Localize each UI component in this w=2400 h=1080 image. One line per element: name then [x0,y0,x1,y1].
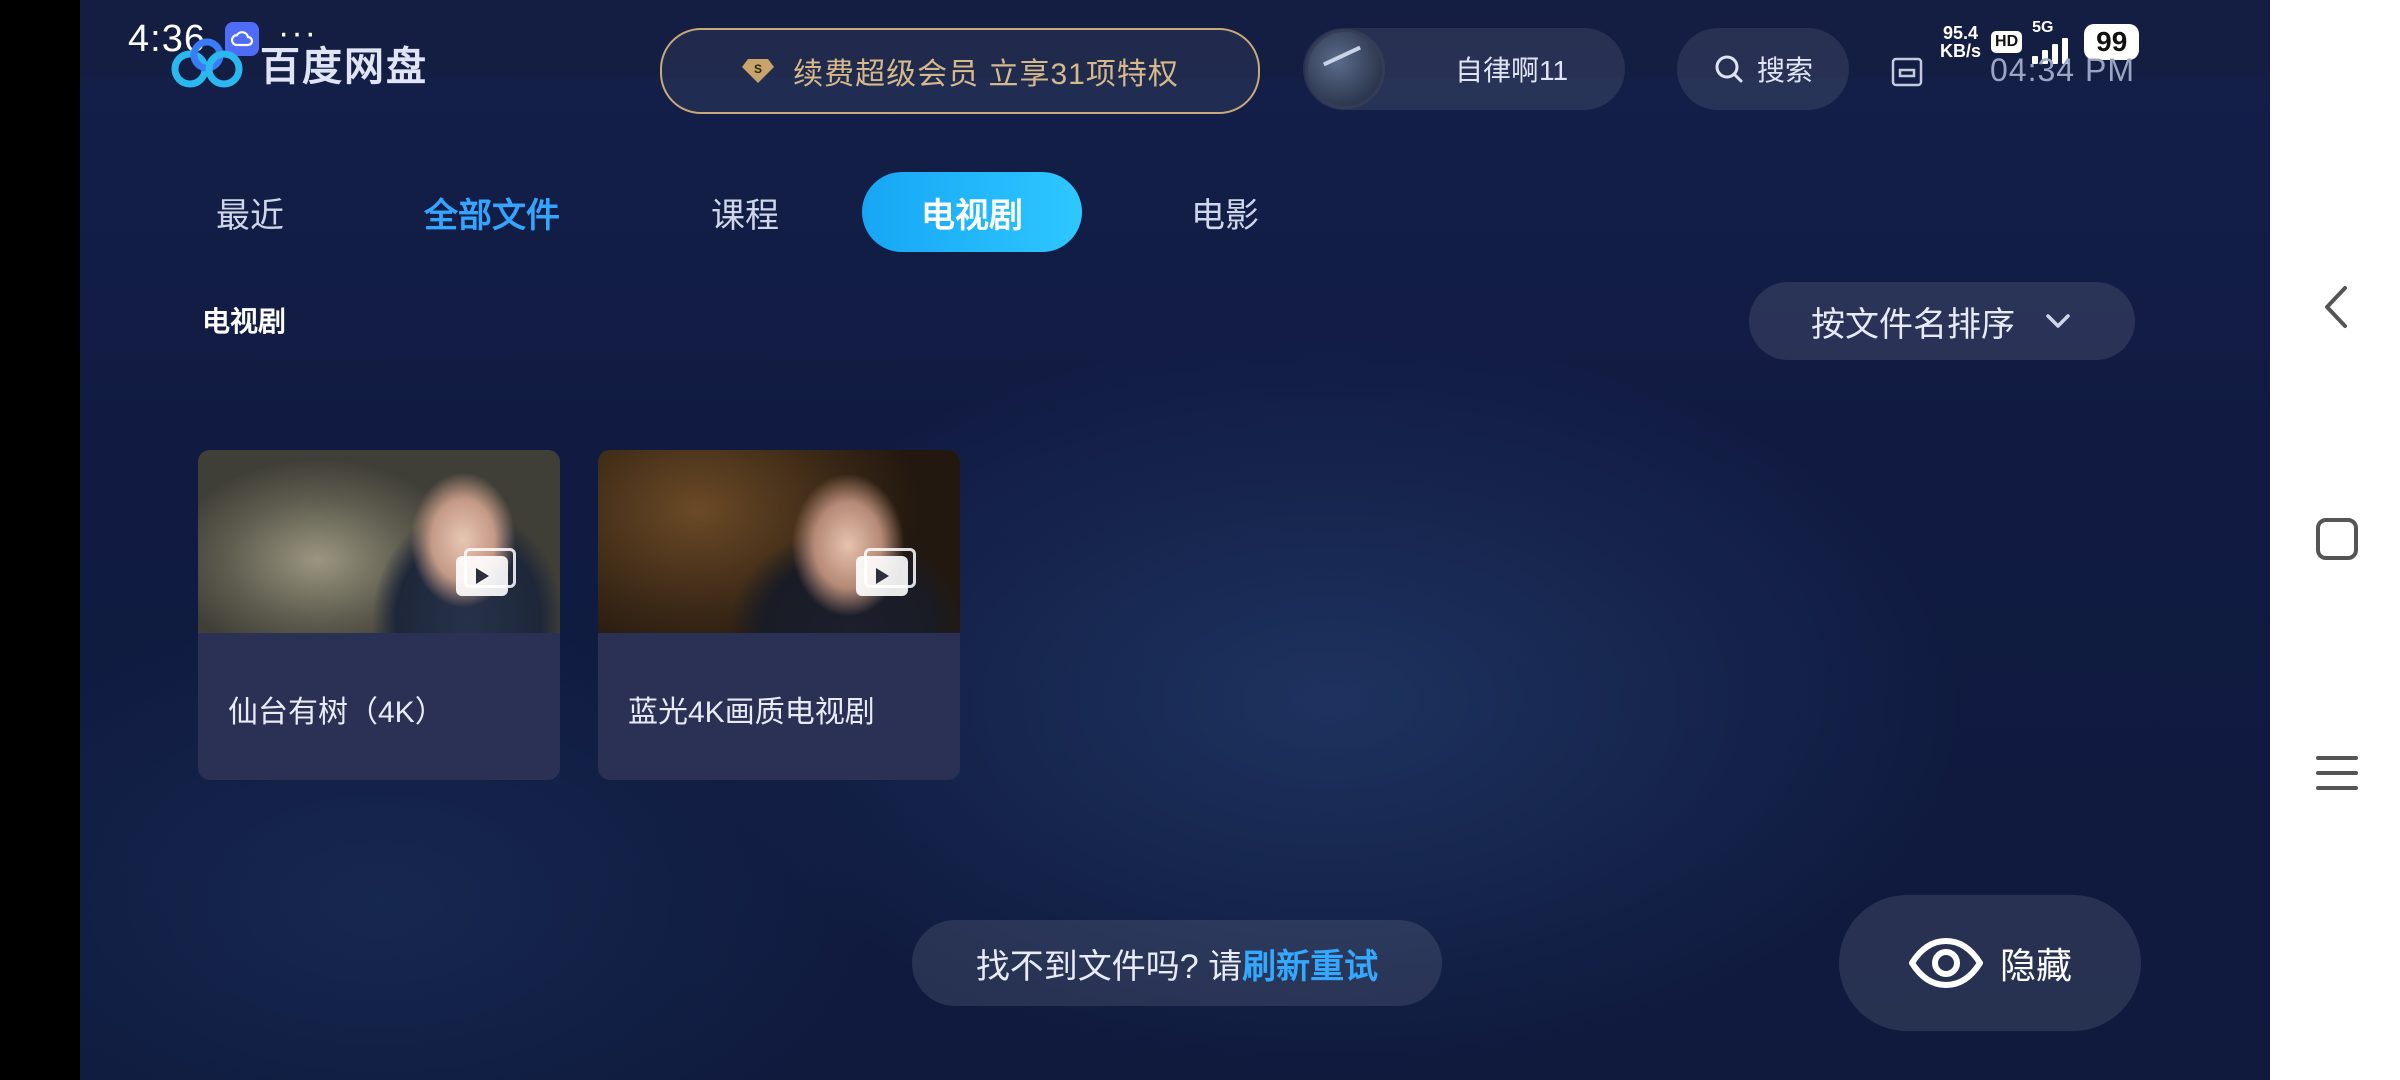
baidu-netdisk-logo-icon [171,38,243,88]
hd-badge: HD [1991,31,2023,53]
video-icon [456,548,516,596]
search-icon [1715,55,1743,83]
net-speed-value: 95.4 [1942,23,1979,43]
svg-text:S: S [754,62,762,76]
chevron-down-icon [2046,314,2070,328]
net-speed-unit: KB/s [1940,41,1982,61]
sort-dropdown[interactable]: 按文件名排序 [1749,282,2135,360]
diamond-icon: S [742,59,775,83]
video-card-title: 蓝光4K画质电视剧 [628,696,875,729]
eye-icon [1908,938,1983,988]
clock: 04:34 PM [1990,52,2135,88]
app-logo: 百度网盘 [170,34,428,92]
tab-courses[interactable]: 课程 [680,172,810,252]
video-thumbnail [598,450,960,633]
video-card[interactable]: 蓝光4K画质电视剧 [598,450,960,780]
vip-banner-text: 续费超级会员 立享31项特权 [793,58,1179,91]
net-speed: 95.4 KB/s [1940,24,1981,60]
refresh-retry-link[interactable]: 刷新重试 [1242,939,1378,988]
section-title: 电视剧 [202,306,287,337]
refresh-hint: 找不到文件吗? 请 刷新重试 [912,920,1442,1006]
network-type: 5G [2032,19,2054,36]
home-icon[interactable] [2310,512,2364,566]
app-name: 百度网盘 [260,45,428,89]
menu-icon[interactable] [2310,746,2364,800]
system-nav-bar [2270,0,2400,1080]
video-icon [856,548,916,596]
hide-button[interactable]: 隐藏 [1839,895,2141,1031]
refresh-hint-text: 找不到文件吗? 请 [975,947,1243,986]
tab-tv-series[interactable]: 电视剧 [862,172,1082,252]
tab-movies[interactable]: 电影 [1160,172,1290,252]
back-icon[interactable] [2310,280,2364,334]
app-screen: 4:36 ··· 95.4 KB/s HD 5G 99 百度网盘 S 续费超级会… [80,0,2270,1080]
tab-all-files[interactable]: 全部文件 [402,172,582,252]
search-button[interactable]: 搜索 [1677,28,1849,110]
video-thumbnail [198,450,560,633]
video-card[interactable]: 仙台有树（4K） [198,450,560,780]
username: 自律啊11 [1455,55,1569,86]
tab-recent[interactable]: 最近 [190,172,310,252]
vip-renew-banner[interactable]: S 续费超级会员 立享31项特权 [660,28,1260,114]
message-inbox-icon[interactable] [1890,56,1924,93]
user-profile-button[interactable]: 自律啊11 [1303,28,1625,110]
sort-label: 按文件名排序 [1811,305,2015,344]
hide-label: 隐藏 [1999,945,2072,986]
search-label: 搜索 [1756,55,1813,86]
avatar [1305,29,1385,109]
video-card-title: 仙台有树（4K） [228,696,445,729]
